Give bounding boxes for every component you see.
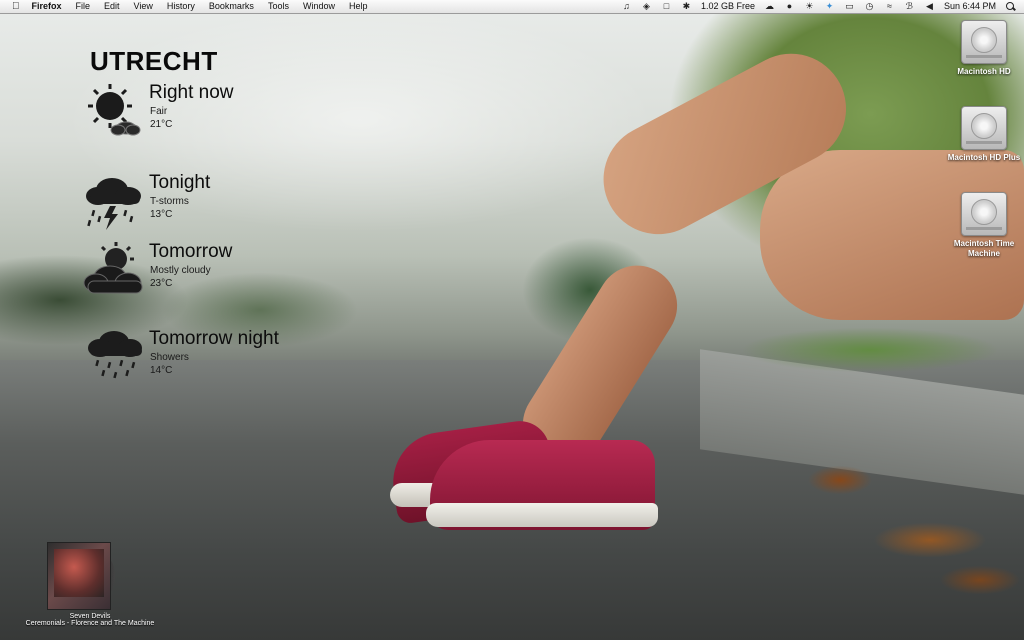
now-playing-album-artist: Ceremonials - Florence and The Machine	[25, 620, 155, 627]
forecast-temp: 14°C	[150, 365, 173, 376]
menu-window[interactable]: Window	[303, 0, 335, 13]
time-machine-icon[interactable]: ◷	[864, 2, 875, 11]
drive-label: Macintosh Time Machine	[953, 239, 1015, 258]
now-playing-widget[interactable]: Seven Devils Ceremonials - Florence and …	[20, 542, 160, 627]
showers-icon	[88, 331, 142, 379]
drive-label: Macintosh HD Plus	[947, 153, 1021, 162]
desktop-drive-time-machine[interactable]: Macintosh Time Machine	[944, 192, 1024, 259]
forecast-right-now: Right now Fair 21°C	[80, 82, 340, 152]
forecast-condition: Fair	[150, 106, 168, 117]
menu-help[interactable]: Help	[349, 0, 368, 13]
weather-widget: UTRECHT Right now Fair 21°C Tonight T-st…	[80, 42, 340, 382]
forecast-label: Tonight	[149, 172, 211, 193]
menu-edit[interactable]: Edit	[104, 0, 120, 13]
forecast-tonight: Tonight T-storms 13°C	[80, 172, 340, 242]
forecast-label: Tomorrow	[149, 241, 233, 262]
mostly-cloudy-icon	[83, 242, 143, 294]
forecast-condition: T-storms	[150, 196, 189, 207]
wallpaper-grass	[720, 320, 1024, 380]
menu-view[interactable]: View	[134, 0, 153, 13]
wallpaper-shoe-right-sole	[426, 503, 658, 527]
forecast-condition: Mostly cloudy	[150, 265, 211, 276]
menu-tools[interactable]: Tools	[268, 0, 289, 13]
menu-app-firefox[interactable]: Firefox	[32, 0, 62, 13]
desktop-drive-macintosh-hd[interactable]: Macintosh HD	[944, 20, 1024, 77]
forecast-temp: 21°C	[150, 119, 173, 130]
menu-file[interactable]: File	[76, 0, 91, 13]
album-cover	[47, 542, 111, 610]
thunderstorm-icon	[86, 178, 141, 230]
forecast-label: Right now	[149, 82, 234, 103]
wallpaper-leaves	[780, 440, 1024, 610]
paw-icon[interactable]: ✱	[681, 2, 692, 11]
forecast-condition: Showers	[150, 352, 189, 363]
forecast-temp: 23°C	[150, 278, 173, 289]
forecast-temp: 13°C	[150, 209, 173, 220]
drive-label: Macintosh HD	[957, 67, 1011, 76]
desktop-drive-macintosh-hd-plus[interactable]: Macintosh HD Plus	[944, 106, 1024, 163]
hard-drive-icon[interactable]	[961, 20, 1007, 64]
music-note-icon[interactable]: ♫	[621, 2, 632, 11]
growl-icon[interactable]: ●	[784, 2, 795, 11]
menu-bar:  Firefox File Edit View History Bookmar…	[0, 0, 1024, 14]
cloud-icon[interactable]: ☁	[764, 2, 775, 11]
sun-cloud-icon	[88, 84, 141, 136]
forecast-label: Tomorrow night	[149, 328, 279, 349]
display-icon[interactable]: ▭	[844, 2, 855, 11]
dropbox-icon[interactable]: ◈	[641, 2, 652, 11]
volume-icon[interactable]: ◀	[924, 2, 935, 11]
forecast-tomorrow-night: Tomorrow night Showers 14°C	[80, 328, 340, 398]
clock[interactable]: Sun 6:44 PM	[944, 0, 996, 13]
hard-drive-icon[interactable]	[961, 106, 1007, 150]
cloudapp-icon[interactable]: ☀	[804, 2, 815, 11]
album-art-icon[interactable]	[47, 542, 115, 610]
menu-history[interactable]: History	[167, 0, 195, 13]
twitter-icon[interactable]: ✦	[824, 2, 835, 11]
weather-city: UTRECHT	[90, 46, 218, 76]
bluetooth-icon[interactable]: ℬ	[904, 2, 915, 11]
disk-free-status[interactable]: 1.02 GB Free	[701, 0, 755, 13]
now-playing-track: Seven Devils	[69, 613, 111, 620]
hard-drive-icon[interactable]	[961, 192, 1007, 236]
screen-capture-icon[interactable]: □	[661, 2, 672, 11]
status-menus: ♫ ◈ □ ✱ 1.02 GB Free ☁ ● ☀ ✦ ▭ ◷ ≈ ℬ ◀ S…	[621, 0, 1024, 13]
menu-bookmarks[interactable]: Bookmarks	[209, 0, 254, 13]
spotlight-icon[interactable]	[1005, 1, 1016, 12]
apple-icon[interactable]: 	[12, 0, 20, 13]
wifi-icon[interactable]: ≈	[884, 2, 895, 11]
forecast-tomorrow: Tomorrow Mostly cloudy 23°C	[80, 241, 340, 311]
